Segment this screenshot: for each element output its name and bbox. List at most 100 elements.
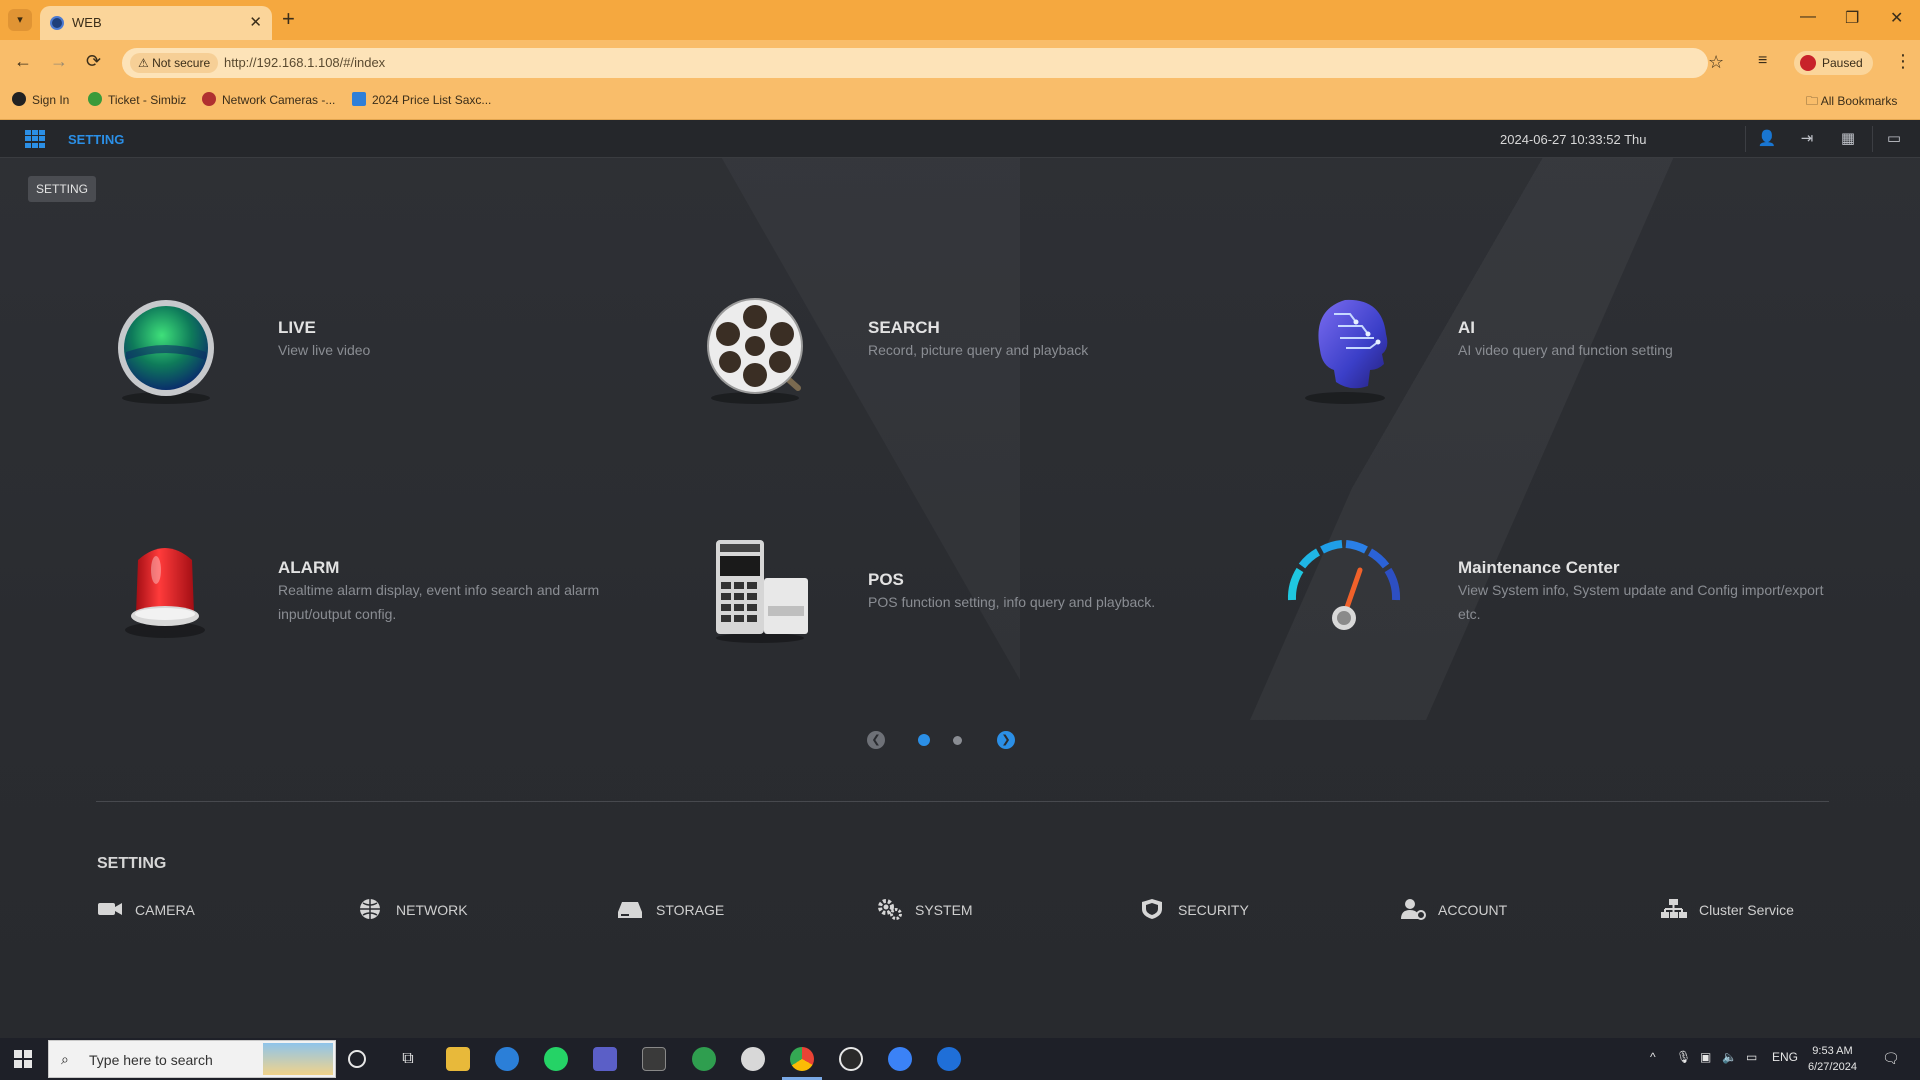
forward-icon[interactable]: →: [50, 51, 68, 72]
monitor-icon[interactable]: ▭: [1884, 129, 1904, 149]
settings-heading: SETTING: [97, 855, 167, 872]
taskbar-clock[interactable]: 9:53 AM 6/27/2024: [1808, 1043, 1857, 1075]
tile-desc: View System info, System update and Conf…: [1458, 582, 1824, 622]
setting-tooltip: SETTING: [28, 176, 97, 202]
main-menu-grid-icon[interactable]: [25, 130, 45, 148]
restore-icon[interactable]: ❐: [1845, 8, 1859, 28]
media-app-icon[interactable]: [741, 1047, 765, 1071]
pos-terminal-icon: [716, 540, 808, 643]
header-divider: [1745, 126, 1746, 152]
whatsapp-icon[interactable]: [544, 1047, 568, 1071]
taskbar-search[interactable]: ⌕ Type here to search: [48, 1040, 336, 1078]
notifications-icon[interactable]: 🗨: [1882, 1050, 1900, 1067]
maps-app-icon[interactable]: [692, 1047, 716, 1071]
microphone-icon[interactable]: 🎙: [1676, 1050, 1691, 1064]
edge-legacy-icon[interactable]: [495, 1047, 519, 1071]
back-icon[interactable]: ←: [14, 51, 32, 72]
new-tab-button[interactable]: +: [282, 6, 295, 32]
all-bookmarks-button[interactable]: 🗀 All Bookmarks: [1806, 92, 1897, 113]
cortana-icon[interactable]: [348, 1050, 366, 1068]
user-icon[interactable]: 👤: [1757, 129, 1777, 149]
setting-label: ACCOUNT: [1438, 902, 1508, 918]
all-bookmarks-label: All Bookmarks: [1820, 94, 1898, 108]
bookmark-sign-in[interactable]: Sign In: [12, 92, 69, 107]
search-icon: ⌕: [61, 1051, 69, 1067]
tile-search[interactable]: SEARCH Record, picture query and playbac…: [700, 290, 1260, 430]
bookmark-ticket-simbiz[interactable]: Ticket - Simbiz: [88, 92, 186, 107]
alarm-siren-icon: [125, 548, 205, 638]
tile-desc: Record, picture query and playback: [868, 342, 1089, 358]
bookmark-label: Network Cameras -...: [222, 93, 336, 107]
teams-icon[interactable]: [593, 1047, 617, 1071]
tile-desc: AI video query and function setting: [1458, 342, 1673, 358]
file-explorer-icon[interactable]: [446, 1047, 470, 1071]
network-tray-icon[interactable]: ▭: [1746, 1050, 1757, 1064]
browser-tab[interactable]: WEB ✕: [40, 6, 272, 40]
clock-app-icon[interactable]: [839, 1047, 863, 1071]
profile-avatar-icon: [1800, 55, 1816, 71]
pager-dot[interactable]: [953, 736, 962, 745]
pager-next-icon[interactable]: ❯: [997, 731, 1015, 749]
windows-start-icon[interactable]: [14, 1050, 32, 1068]
app-title[interactable]: SETTING: [68, 132, 124, 147]
not-secure-badge[interactable]: ⚠ Not secure: [130, 53, 219, 73]
setting-label: SECURITY: [1178, 902, 1249, 918]
tab-search-chevron-icon[interactable]: ▾: [8, 9, 32, 31]
tile-title: SEARCH: [868, 318, 940, 337]
tile-desc: POS function setting, info query and pla…: [868, 594, 1156, 610]
language-indicator[interactable]: ENG: [1772, 1050, 1798, 1064]
setting-label: STORAGE: [656, 902, 725, 918]
url-text[interactable]: http://192.168.1.108/#/index: [224, 55, 385, 70]
tile-alarm[interactable]: ALARM Realtime alarm display, event info…: [110, 530, 670, 670]
volume-icon[interactable]: 🔈: [1722, 1050, 1737, 1064]
header-divider: [1872, 126, 1873, 152]
bookmark-label: 2024 Price List Saxc...: [372, 93, 492, 107]
tile-maintenance-center[interactable]: Maintenance Center View System info, Sys…: [1280, 530, 1840, 670]
reload-icon[interactable]: ⟳: [86, 51, 101, 72]
tab-close-icon[interactable]: ✕: [249, 13, 262, 31]
bookmarks-bar: Sign In Ticket - Simbiz Network Cameras …: [0, 84, 1920, 120]
tile-title: LIVE: [278, 318, 316, 337]
setting-label: CAMERA: [135, 902, 195, 918]
tile-ai[interactable]: AI AI video query and function setting: [1290, 290, 1850, 430]
bookmark-favicon-icon: [202, 92, 216, 106]
profile-button[interactable]: Paused: [1794, 51, 1873, 75]
system-gears-icon: [878, 899, 902, 920]
bookmark-star-icon[interactable]: ☆: [1708, 52, 1724, 73]
security-shield-icon: [1142, 899, 1162, 919]
camera-tray-icon[interactable]: ▣: [1700, 1050, 1711, 1064]
live-globe-icon: [118, 300, 214, 404]
bookmark-price-list[interactable]: 2024 Price List Saxc...: [352, 92, 491, 107]
device-datetime: 2024-06-27 10:33:52 Thu: [1500, 132, 1647, 147]
browser-menu-icon[interactable]: ⋮: [1894, 51, 1912, 72]
setting-label: SYSTEM: [915, 902, 973, 918]
tile-desc: View live video: [278, 342, 371, 358]
tile-pos[interactable]: POS POS function setting, info query and…: [700, 530, 1260, 670]
browser-tabstrip: ▾ WEB ✕ + — ❐ ✕: [0, 0, 1920, 40]
bookmark-network-cameras[interactable]: Network Cameras -...: [202, 92, 335, 107]
pager-dot-active[interactable]: [918, 734, 930, 746]
network-icon: [360, 899, 380, 919]
logout-icon[interactable]: ⇥: [1797, 129, 1817, 149]
media-controls-icon[interactable]: ≡: [1758, 52, 1767, 70]
tray-overflow-icon[interactable]: ^: [1650, 1050, 1656, 1064]
tile-title: AI: [1458, 318, 1475, 337]
task-view-icon[interactable]: ⧉: [396, 1047, 420, 1071]
account-icon: [1401, 899, 1426, 920]
browser-app-icon[interactable]: [937, 1047, 961, 1071]
close-window-icon[interactable]: ✕: [1890, 8, 1903, 28]
tab-title: WEB: [72, 15, 102, 30]
app-main: SETTING 2024-06-27 10:33:52 Thu 👤 ⇥ ▦ ▭ …: [0, 120, 1920, 1038]
terminal-icon[interactable]: [642, 1047, 666, 1071]
tile-live[interactable]: LIVE View live video: [110, 290, 670, 430]
tile-title: ALARM: [278, 558, 340, 577]
search-film-reel-icon: [707, 298, 803, 404]
camera-icon: [98, 903, 122, 915]
taskbar-date: 6/27/2024: [1808, 1061, 1857, 1073]
remote-app-icon[interactable]: [888, 1047, 912, 1071]
pager-prev-icon[interactable]: ❮: [867, 731, 885, 749]
minimize-icon[interactable]: —: [1800, 8, 1816, 26]
chrome-icon[interactable]: [790, 1047, 814, 1071]
layout-icon[interactable]: ▦: [1838, 129, 1858, 149]
folder-icon: 🗀: [1806, 94, 1821, 108]
